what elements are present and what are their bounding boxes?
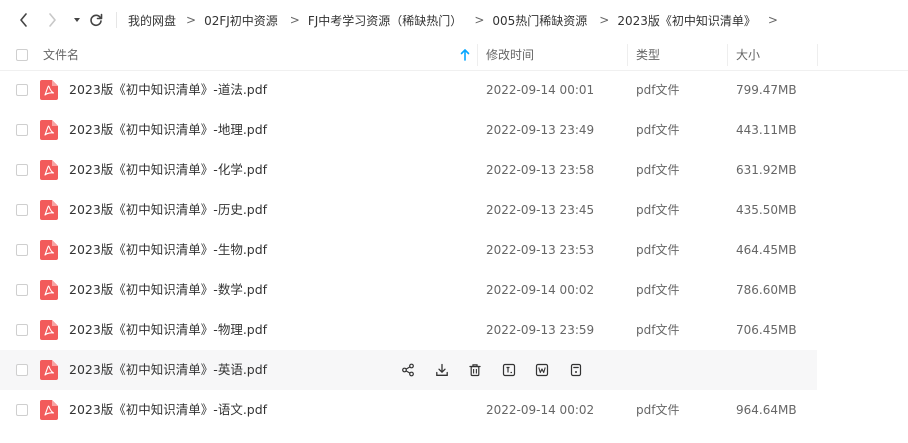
file-modified-time: 2022-09-14 00:02 [486, 283, 595, 297]
breadcrumb-item[interactable]: 我的网盘 [128, 12, 176, 29]
column-divider [817, 44, 818, 66]
file-type: pdf文件 [636, 163, 680, 177]
pdf-file-icon [40, 400, 58, 420]
file-size: 964.64MB [736, 403, 797, 417]
download-icon[interactable] [432, 360, 452, 380]
refresh-icon[interactable] [86, 10, 106, 30]
file-size: 706.45MB [736, 323, 797, 337]
row-checkbox[interactable] [16, 284, 28, 296]
file-row[interactable]: 2023版《初中知识清单》-道法.pdf 2022-09-14 00:01 pdf文… [0, 70, 908, 110]
file-size: 786.60MB [736, 283, 797, 297]
column-header-size[interactable]: 大小 [736, 40, 760, 70]
pdf-file-icon [40, 200, 58, 220]
sort-ascending-icon[interactable] [458, 48, 472, 62]
file-row[interactable]: 2023版《初中知识清单》-语文.pdf 2022-09-14 00:02 pdf文… [0, 390, 908, 430]
file-modified-time: 2022-09-14 00:02 [486, 403, 595, 417]
file-name[interactable]: 2023版《初中知识清单》-语文.pdf [69, 390, 267, 430]
pdf-file-icon [40, 120, 58, 140]
open-word-icon[interactable] [532, 360, 552, 380]
breadcrumb-separator: > [474, 13, 485, 27]
file-name[interactable]: 2023版《初中知识清单》-道法.pdf [69, 70, 267, 110]
file-modified-time: 2022-09-13 23:49 [486, 123, 595, 137]
file-name[interactable]: 2023版《初中知识清单》-化学.pdf [69, 150, 267, 190]
file-name[interactable]: 2023版《初中知识清单》-地理.pdf [69, 110, 267, 150]
file-modified-time: 2022-09-13 23:58 [486, 163, 595, 177]
row-checkbox[interactable] [16, 164, 28, 176]
delete-icon[interactable] [465, 360, 485, 380]
file-size: 443.11MB [736, 123, 797, 137]
top-toolbar: 我的网盘 >02FJ初中资源 > FJ中考学习资源（稀缺热门） >005热门稀缺资源 >2… [0, 0, 908, 40]
rename-icon[interactable] [499, 360, 519, 380]
file-size: 799.47MB [736, 83, 797, 97]
file-modified-time: 2022-09-14 00:01 [486, 83, 595, 97]
file-size: 435.50MB [736, 203, 797, 217]
pdf-file-icon [40, 320, 58, 340]
row-checkbox[interactable] [16, 324, 28, 336]
file-modified-time: 2022-09-13 23:45 [486, 203, 595, 217]
breadcrumb: 我的网盘 >02FJ初中资源 > FJ中考学习资源（稀缺热门） >005热门稀缺资源 >2… [128, 0, 786, 40]
column-divider [477, 44, 478, 66]
row-checkbox[interactable] [16, 244, 28, 256]
breadcrumb-item[interactable]: 005热门稀缺资源 [492, 12, 587, 29]
breadcrumb-separator: > [186, 13, 197, 27]
breadcrumb-item[interactable]: FJ中考学习资源（稀缺热门） [308, 12, 462, 29]
breadcrumb-item[interactable]: 2023版《初中知识清单》 [617, 12, 756, 29]
back-arrow-icon[interactable] [14, 10, 34, 30]
more-icon[interactable] [566, 360, 586, 380]
file-size: 631.92MB [736, 163, 797, 177]
file-name[interactable]: 2023版《初中知识清单》-数学.pdf [69, 270, 267, 310]
history-dropdown-icon[interactable] [67, 10, 87, 30]
breadcrumb-separator: > [767, 13, 778, 27]
pdf-file-icon [40, 280, 58, 300]
file-row[interactable]: 2023版《初中知识清单》-化学.pdf 2022-09-13 23:58 pdf文… [0, 150, 908, 190]
row-checkbox[interactable] [16, 404, 28, 416]
file-name[interactable]: 2023版《初中知识清单》-生物.pdf [69, 230, 267, 270]
column-header-name[interactable]: 文件名 [43, 40, 79, 70]
file-type: pdf文件 [636, 323, 680, 337]
file-row[interactable]: 2023版《初中知识清单》-历史.pdf 2022-09-13 23:45 pdf文… [0, 190, 908, 230]
file-name[interactable]: 2023版《初中知识清单》-历史.pdf [69, 190, 267, 230]
file-row[interactable]: 2023版《初中知识清单》-生物.pdf 2022-09-13 23:53 pdf文… [0, 230, 908, 270]
file-modified-time: 2022-09-13 23:53 [486, 243, 595, 257]
file-size: 464.45MB [736, 243, 797, 257]
file-type: pdf文件 [636, 123, 680, 137]
file-row[interactable]: 2023版《初中知识清单》-物理.pdf 2022-09-13 23:59 pdf文… [0, 310, 908, 350]
pdf-file-icon [40, 360, 58, 380]
row-checkbox[interactable] [16, 364, 28, 376]
toolbar-divider [116, 12, 117, 28]
file-name[interactable]: 2023版《初中知识清单》-物理.pdf [69, 310, 267, 350]
breadcrumb-item[interactable]: 02FJ初中资源 [204, 12, 278, 29]
file-row[interactable]: 2023版《初中知识清单》-英语.pdf [0, 350, 817, 390]
select-all-checkbox[interactable] [16, 49, 28, 61]
pdf-file-icon [40, 240, 58, 260]
file-row[interactable]: 2023版《初中知识清单》-地理.pdf 2022-09-13 23:49 pdf文… [0, 110, 908, 150]
forward-arrow-icon[interactable] [42, 10, 62, 30]
file-type: pdf文件 [636, 243, 680, 257]
breadcrumb-separator: > [289, 13, 300, 27]
file-list-header: 文件名 修改时间 类型 大小 [0, 40, 908, 71]
file-type: pdf文件 [636, 403, 680, 417]
row-checkbox[interactable] [16, 204, 28, 216]
column-divider [627, 44, 628, 66]
share-icon[interactable] [398, 360, 418, 380]
breadcrumb-separator: > [599, 13, 610, 27]
row-action-bar [398, 360, 599, 380]
file-modified-time: 2022-09-13 23:59 [486, 323, 595, 337]
file-row[interactable]: 2023版《初中知识清单》-数学.pdf 2022-09-14 00:02 pdf文… [0, 270, 908, 310]
column-divider [727, 44, 728, 66]
file-type: pdf文件 [636, 203, 680, 217]
row-checkbox[interactable] [16, 124, 28, 136]
column-header-modified[interactable]: 修改时间 [486, 40, 534, 70]
pdf-file-icon [40, 160, 58, 180]
file-type: pdf文件 [636, 83, 680, 97]
file-name[interactable]: 2023版《初中知识清单》-英语.pdf [69, 350, 267, 390]
column-header-type[interactable]: 类型 [636, 40, 660, 70]
row-checkbox[interactable] [16, 84, 28, 96]
pdf-file-icon [40, 80, 58, 100]
file-type: pdf文件 [636, 283, 680, 297]
